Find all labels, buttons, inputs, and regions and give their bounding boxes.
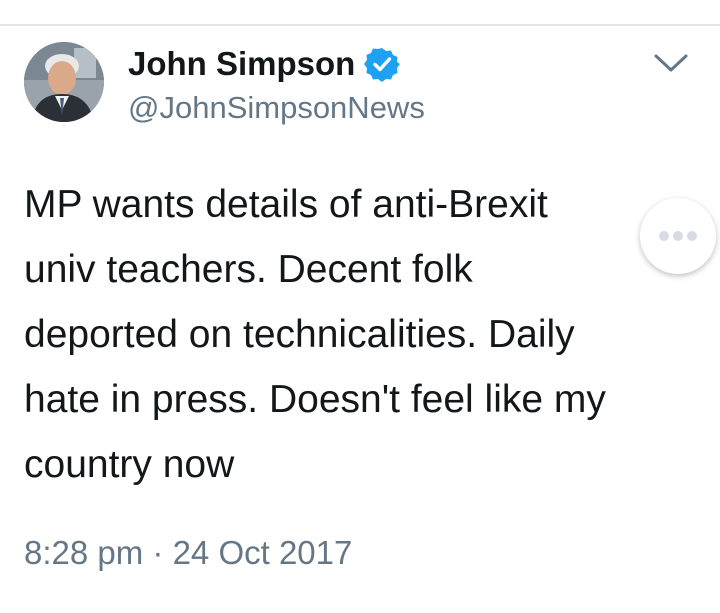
tweet-card: John Simpson @JohnSimpsonNews MP wants d… (0, 0, 720, 613)
divider (0, 24, 720, 26)
more-options-icon[interactable] (640, 198, 716, 274)
tweet-timestamp[interactable]: 8:28 pm · 24 Oct 2017 (24, 534, 352, 572)
avatar[interactable] (24, 42, 104, 122)
author-display-name[interactable]: John Simpson (128, 45, 355, 83)
verified-badge-icon (364, 46, 401, 82)
chevron-down-icon[interactable] (652, 48, 690, 78)
author-handle[interactable]: @JohnSimpsonNews (128, 90, 425, 126)
author-name-row[interactable]: John Simpson (128, 42, 401, 86)
tweet-text: MP wants details of anti-Brexit univ tea… (24, 183, 606, 486)
